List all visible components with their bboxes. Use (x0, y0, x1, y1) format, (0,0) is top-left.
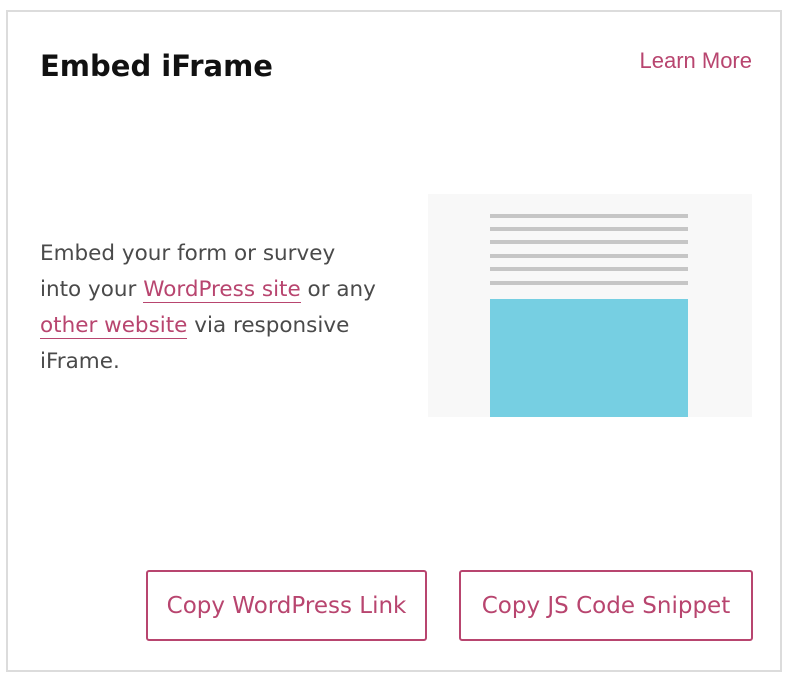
illustration-text-line (490, 214, 688, 218)
embed-iframe-card: Embed iFrame Learn More Embed your form … (6, 10, 782, 672)
card-description: Embed your form or survey into your Word… (40, 236, 380, 380)
illustration-text-line (490, 281, 688, 285)
illustration-text-line (490, 254, 688, 258)
illustration-text-line (490, 240, 688, 244)
copy-wordpress-link-button[interactable]: Copy WordPress Link (146, 570, 427, 641)
copy-js-code-snippet-button[interactable]: Copy JS Code Snippet (459, 570, 753, 641)
iframe-illustration (428, 194, 752, 417)
illustration-iframe-block (490, 299, 688, 417)
other-website-link[interactable]: other website (40, 313, 188, 339)
wordpress-site-link[interactable]: WordPress site (143, 277, 301, 303)
illustration-text-line (490, 267, 688, 271)
illustration-text-line (490, 227, 688, 231)
description-text-2: or any (300, 277, 376, 302)
learn-more-link[interactable]: Learn More (639, 46, 752, 76)
card-title: Embed iFrame (40, 49, 273, 83)
